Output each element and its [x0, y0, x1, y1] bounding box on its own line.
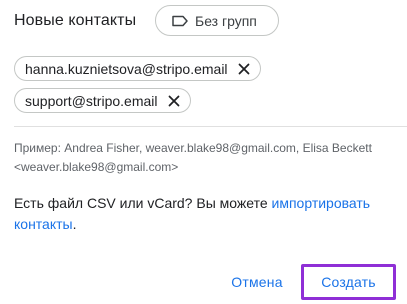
import-prompt-text: Есть файл CSV или vCard? Вы можете: [14, 195, 272, 211]
group-select-label: Без групп: [195, 12, 257, 29]
import-prompt-suffix: .: [72, 216, 77, 232]
dialog-header: Новые контакты: [14, 6, 136, 36]
import-prompt: Есть файл CSV или vCard? Вы можете импор…: [14, 193, 394, 235]
close-icon[interactable]: [166, 93, 182, 109]
group-select-button[interactable]: Без групп: [155, 5, 279, 36]
close-icon[interactable]: [236, 61, 252, 77]
input-divider: [14, 126, 407, 127]
dialog-title: Новые контакты: [14, 12, 137, 29]
create-button[interactable]: Создать: [301, 264, 396, 300]
recipient-chip: support@stripo.email: [14, 88, 191, 113]
recipient-email: support@stripo.email: [25, 92, 158, 109]
recipient-email: hanna.kuznietsova@stripo.email: [25, 60, 228, 77]
label-icon: [171, 14, 189, 28]
example-hint: Пример: Andrea Fisher, weaver.blake98@gm…: [14, 141, 372, 174]
cancel-button[interactable]: Отмена: [224, 265, 290, 299]
recipient-chip: hanna.kuznietsova@stripo.email: [14, 56, 261, 81]
